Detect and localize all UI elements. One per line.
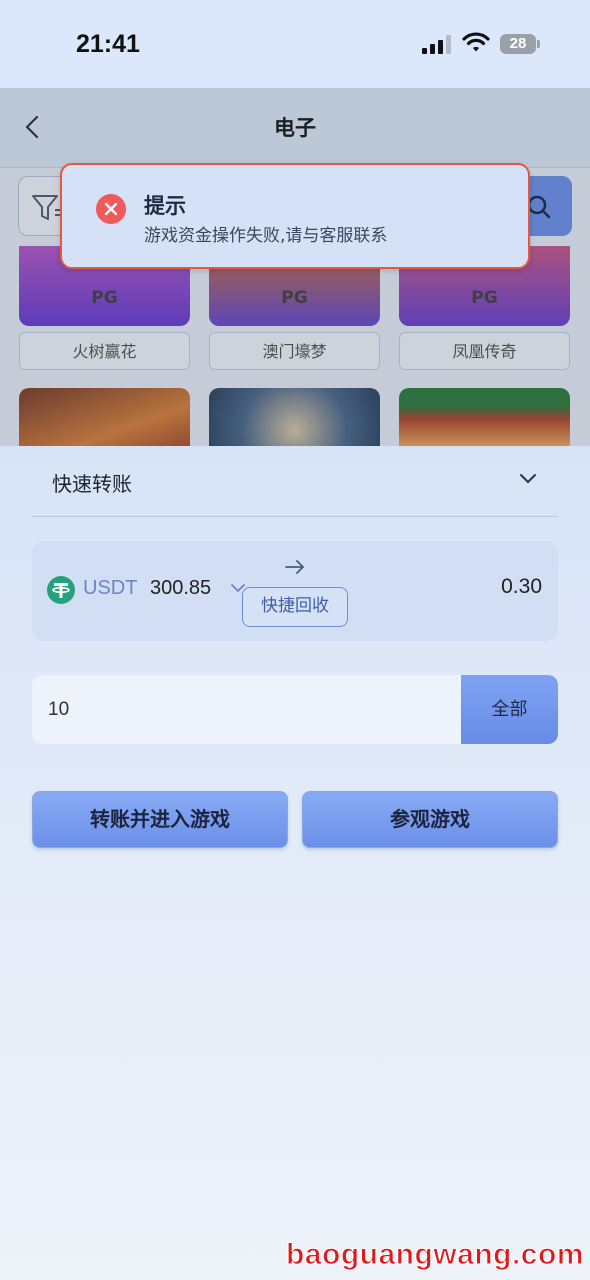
game-provider-badge: PG [281,288,308,308]
transfer-card: USDT 300.85 快捷回收 0.30 [32,541,558,641]
view-game-button[interactable]: 参观游戏 [302,791,558,848]
game-thumbnail[interactable] [19,388,190,448]
status-time: 21:41 [76,30,140,58]
game-name[interactable]: 凤凰传奇 [399,332,570,370]
game-thumbnail[interactable] [399,388,570,448]
sheet-title: 快速转账 [52,472,132,496]
status-bar: 21:41 28 [0,0,590,88]
toast-message: 游戏资金操作失败,请与客服联系 [144,226,388,246]
quick-recover-button[interactable]: 快捷回收 [242,587,348,627]
game-provider-badge: PG [91,288,118,308]
battery-icon: 28 [500,34,540,54]
error-icon [96,194,126,224]
game-name[interactable]: 火树赢花 [19,332,190,370]
transfer-and-enter-button[interactable]: 转账并进入游戏 [32,791,288,848]
watermark: baoguangwang.com [285,1238,584,1272]
game-name[interactable]: 澳门壕梦 [209,332,380,370]
page-title: 电子 [274,116,316,140]
quick-transfer-sheet: 快速转账 USDT 300.85 快捷回收 0.30 全部 转账并进入游戏 参观… [0,446,590,1280]
chevron-down-icon[interactable] [518,472,538,486]
game-thumbnail[interactable] [209,388,380,448]
wifi-icon [462,32,490,52]
divider [32,516,558,517]
amount-row: 全部 [32,675,558,744]
usdt-icon [47,576,75,604]
game-provider-badge: PG [471,288,498,308]
game-balance: 0.30 [501,575,542,598]
amount-input[interactable] [32,675,461,744]
battery-level: 28 [509,35,527,52]
nav-bar: 电子 [0,88,590,168]
cellular-signal-icon [422,34,452,54]
back-arrow-icon[interactable] [22,114,44,140]
toast-title: 提示 [144,194,186,218]
error-toast: 提示 游戏资金操作失败,请与客服联系 [60,163,530,269]
arrow-right-icon [285,560,304,574]
wallet-balance: 300.85 [150,577,212,599]
all-amount-button[interactable]: 全部 [461,675,558,744]
currency-label: USDT [83,577,138,599]
